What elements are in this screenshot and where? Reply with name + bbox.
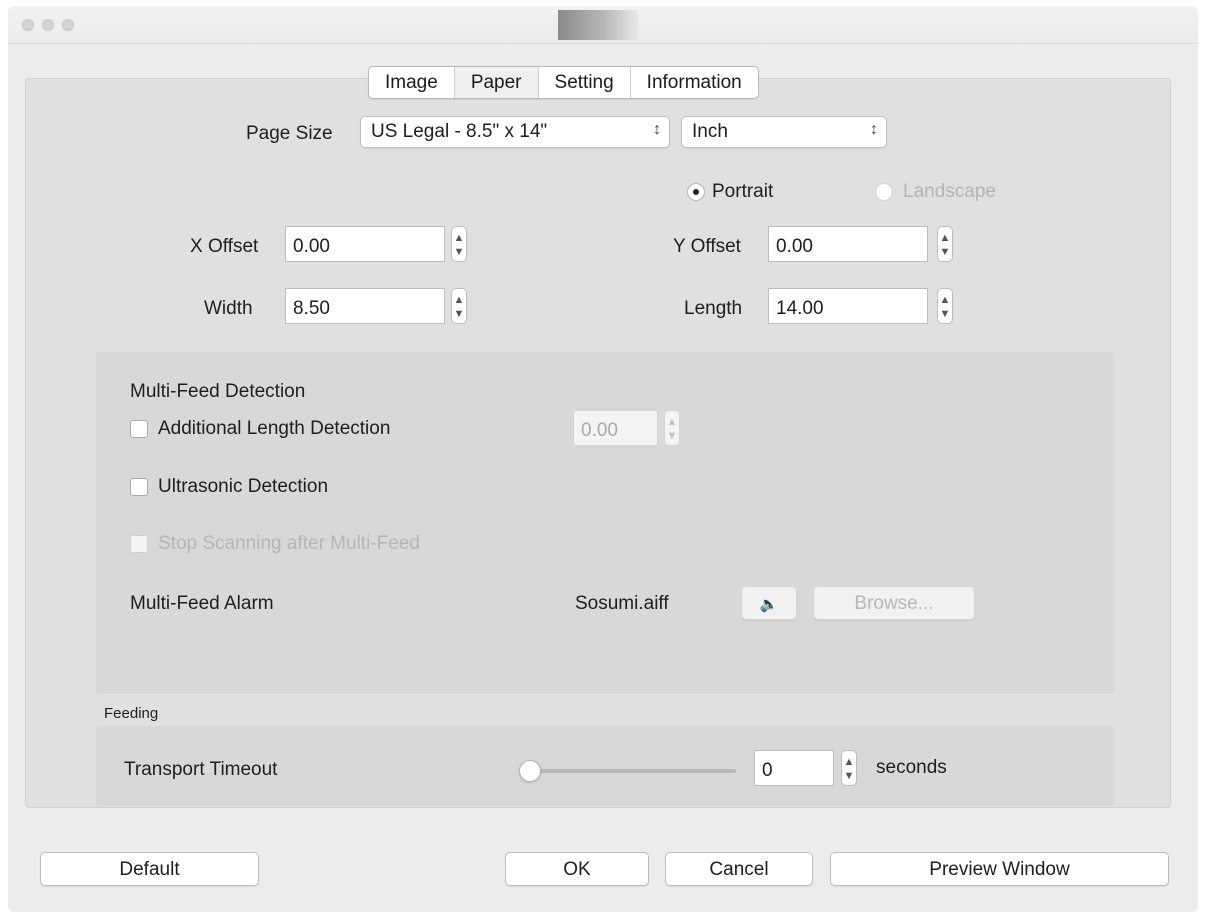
additional-length-checkbox[interactable] xyxy=(130,420,148,438)
page-size-value: US Legal - 8.5" x 14" xyxy=(371,121,548,142)
portrait-label: Portrait xyxy=(712,181,774,202)
additional-length-label: Additional Length Detection xyxy=(158,418,391,439)
feeding-section-label: Feeding xyxy=(104,705,159,722)
tab-image[interactable]: Image xyxy=(369,67,455,98)
landscape-radio[interactable] xyxy=(875,183,893,201)
length-field[interactable]: 14.00 xyxy=(768,288,928,324)
unit-select[interactable]: Inch ↕ xyxy=(681,116,887,148)
alarm-file: Sosumi.aiff xyxy=(575,593,669,614)
timeout-unit: seconds xyxy=(876,757,947,778)
stepper-arrows-icon: ▲ ▼ xyxy=(453,232,465,258)
y-offset-field[interactable]: 0.00 xyxy=(768,226,928,262)
y-offset-stepper[interactable]: ▲ ▼ xyxy=(937,226,953,262)
multifeed-title: Multi-Feed Detection xyxy=(130,381,306,402)
stepper-arrows-icon: ▲ ▼ xyxy=(843,756,855,782)
x-offset-field[interactable]: 0.00 xyxy=(285,226,445,262)
width-stepper[interactable]: ▲ ▼ xyxy=(451,288,467,324)
title-bar xyxy=(8,6,1198,44)
speaker-icon: 🔈 xyxy=(759,596,779,613)
zoom-window-button[interactable] xyxy=(62,19,74,31)
tab-bar: Image Paper Setting Information xyxy=(368,66,759,99)
transport-timeout-label: Transport Timeout xyxy=(124,759,278,780)
stop-scanning-label: Stop Scanning after Multi-Feed xyxy=(158,533,420,554)
ultrasonic-label: Ultrasonic Detection xyxy=(158,476,329,497)
stepper-arrows-icon: ▲ ▼ xyxy=(666,416,678,442)
cancel-button[interactable]: Cancel xyxy=(665,852,813,886)
stepper-arrows-icon: ▲ ▼ xyxy=(939,294,951,320)
width-label: Width xyxy=(204,298,253,319)
portrait-radio[interactable] xyxy=(687,183,705,201)
width-field[interactable]: 8.50 xyxy=(285,288,445,324)
play-alarm-button[interactable]: 🔈 xyxy=(741,586,797,620)
browse-button[interactable]: Browse... xyxy=(813,586,975,620)
x-offset-label: X Offset xyxy=(190,236,259,257)
additional-length-stepper[interactable]: ▲ ▼ xyxy=(664,410,680,446)
tab-setting[interactable]: Setting xyxy=(539,67,631,98)
minimize-window-button[interactable] xyxy=(42,19,54,31)
timeout-stepper[interactable]: ▲ ▼ xyxy=(841,750,857,786)
default-button[interactable]: Default xyxy=(40,852,259,886)
additional-length-field[interactable]: 0.00 xyxy=(573,410,658,446)
preview-window-button[interactable]: Preview Window xyxy=(830,852,1169,886)
page-size-select[interactable]: US Legal - 8.5" x 14" ↕ xyxy=(360,116,670,148)
landscape-label: Landscape xyxy=(903,181,996,202)
stepper-arrows-icon: ▲ ▼ xyxy=(939,232,951,258)
tab-paper[interactable]: Paper xyxy=(454,67,539,98)
page-size-label: Page Size xyxy=(246,123,333,144)
timeout-slider-knob[interactable] xyxy=(519,760,541,782)
alarm-label: Multi-Feed Alarm xyxy=(130,593,274,614)
close-window-button[interactable] xyxy=(22,19,34,31)
length-stepper[interactable]: ▲ ▼ xyxy=(937,288,953,324)
ultrasonic-checkbox[interactable] xyxy=(130,478,148,496)
timeout-slider-track[interactable] xyxy=(530,769,736,773)
updown-chevron-icon: ↕ xyxy=(870,121,878,138)
unit-value: Inch xyxy=(692,121,728,142)
ok-button[interactable]: OK xyxy=(505,852,649,886)
stop-scanning-checkbox[interactable] xyxy=(130,535,148,553)
title-image xyxy=(558,10,638,40)
stepper-arrows-icon: ▲ ▼ xyxy=(453,294,465,320)
updown-chevron-icon: ↕ xyxy=(653,121,661,138)
tab-information[interactable]: Information xyxy=(631,67,758,98)
length-label: Length xyxy=(684,298,743,319)
y-offset-label: Y Offset xyxy=(673,236,741,257)
timeout-field[interactable]: 0 xyxy=(754,750,834,786)
multifeed-group xyxy=(96,352,1114,694)
x-offset-stepper[interactable]: ▲ ▼ xyxy=(451,226,467,262)
